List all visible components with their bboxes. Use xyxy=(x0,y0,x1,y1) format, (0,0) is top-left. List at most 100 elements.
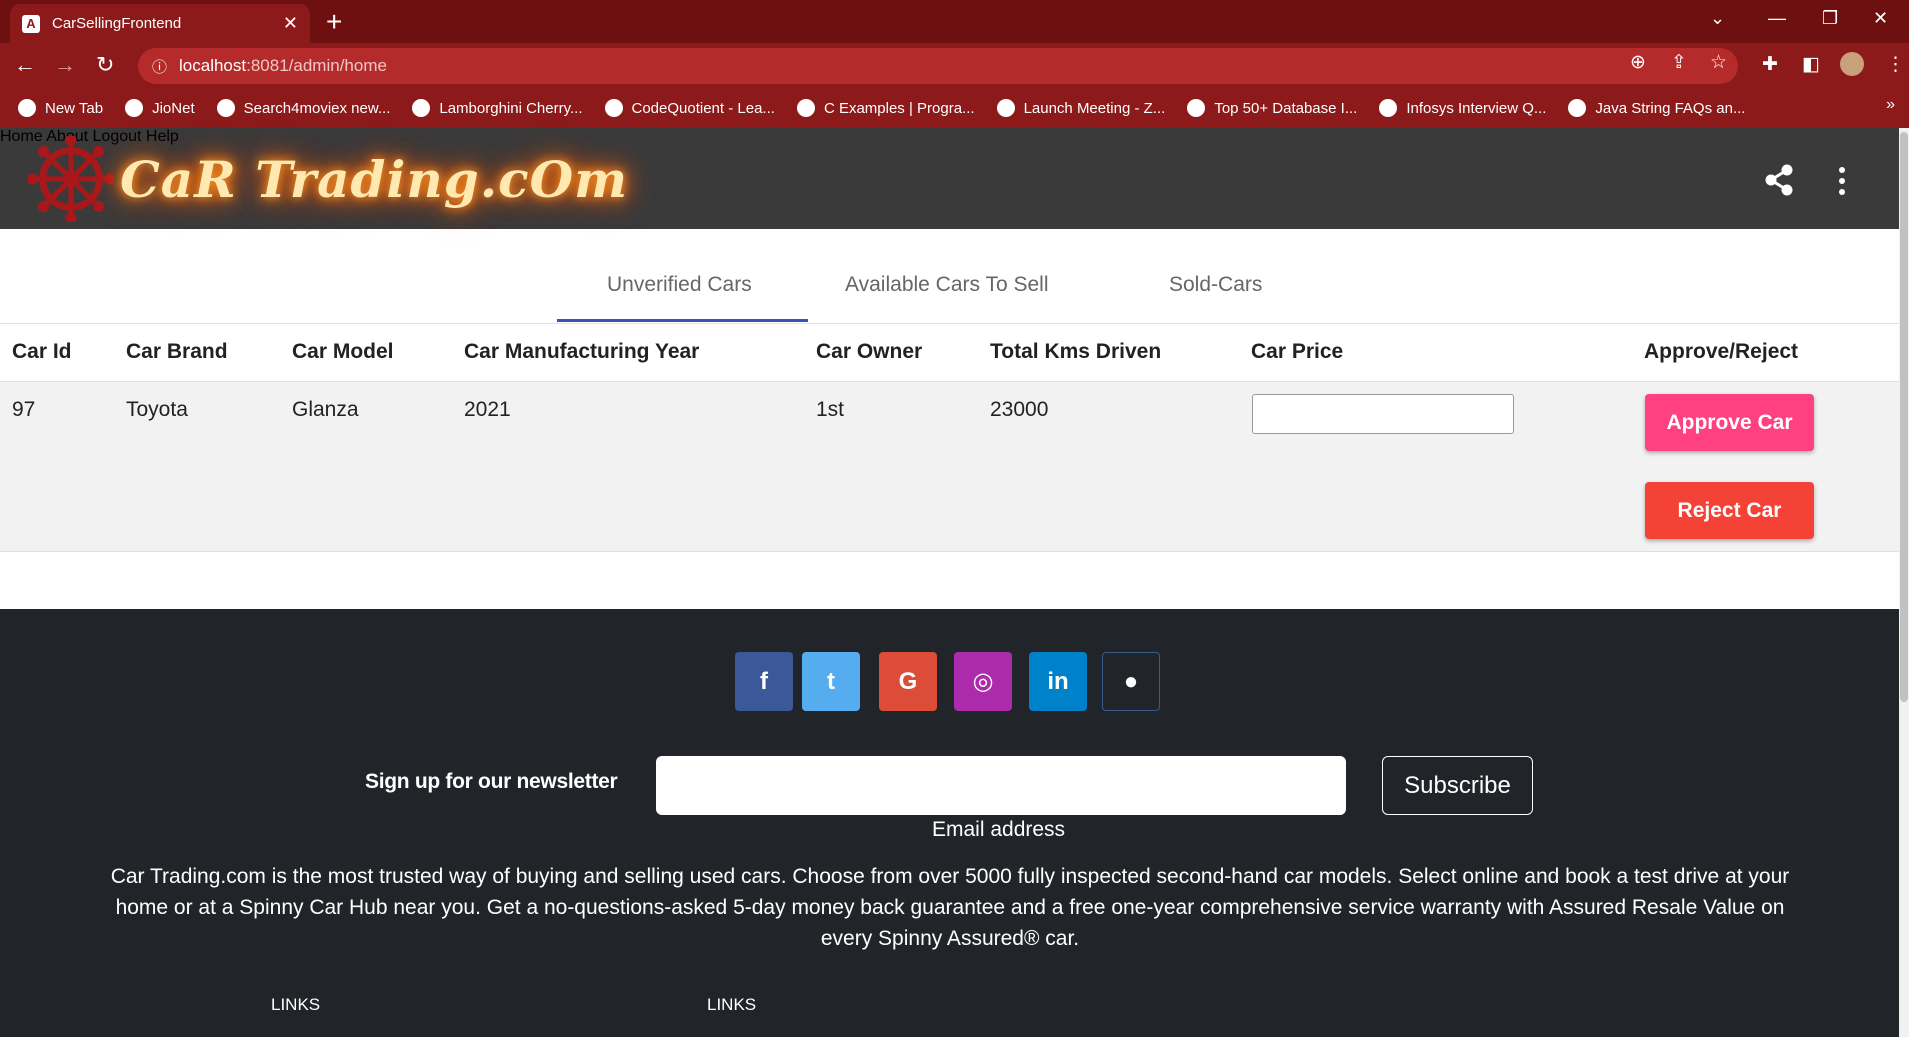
car-icon xyxy=(412,99,431,117)
tab-group: Unverified Cars Available Cars To Sell S… xyxy=(0,229,1899,324)
bookmarks-overflow-icon[interactable]: » xyxy=(1886,96,1895,114)
page-scrollbar[interactable] xyxy=(1899,128,1909,1037)
reload-icon[interactable]: ↻ xyxy=(96,52,114,78)
bookmark-label: Java String FAQs an... xyxy=(1595,99,1746,117)
bookmark-item[interactable]: Search4moviex new... xyxy=(216,99,391,117)
links-heading-1: LINKS xyxy=(271,995,321,1014)
reject-car-button[interactable]: Reject Car xyxy=(1645,482,1814,539)
table-row: 97 Toyota Glanza 2021 1st 23000 Approve … xyxy=(0,382,1899,552)
browser-tabstrip: A CarSellingFrontend ✕ + ⌄ — ❐ ✕ xyxy=(0,0,1909,43)
back-icon[interactable]: ← xyxy=(14,52,36,78)
jio-icon xyxy=(125,99,144,117)
cell-total-kms: 23000 xyxy=(990,398,1049,421)
heart-icon xyxy=(1379,99,1398,117)
tab-title: CarSellingFrontend xyxy=(52,15,182,32)
bookmark-item[interactable]: New Tab xyxy=(18,99,103,117)
bookmark-label: Launch Meeting - Z... xyxy=(1023,99,1166,117)
bookmark-item[interactable]: Java String FAQs an... xyxy=(1568,99,1745,117)
app-header: CaR Trading.cOm Home About Logout Help xyxy=(0,128,1899,229)
bookmark-item[interactable]: Infosys Interview Q... xyxy=(1379,99,1546,117)
site-info-icon[interactable]: ⓘ xyxy=(152,56,167,77)
bookmark-item[interactable]: JioNet xyxy=(125,99,195,117)
bookmark-item[interactable]: Launch Meeting - Z... xyxy=(996,99,1166,117)
col-car-owner: Car Owner xyxy=(816,340,923,363)
newsletter-label: Sign up for our newsletter xyxy=(365,770,618,793)
forward-icon[interactable]: → xyxy=(54,52,76,78)
bookmark-label: Infosys Interview Q... xyxy=(1406,99,1547,117)
approve-car-button[interactable]: Approve Car xyxy=(1645,394,1814,451)
tab-available-cars[interactable]: Available Cars To Sell xyxy=(845,273,1049,297)
twitter-icon[interactable]: t xyxy=(802,652,860,711)
zoom-icon xyxy=(996,99,1015,117)
car-price-input[interactable] xyxy=(1252,394,1514,434)
close-window-icon[interactable]: ✕ xyxy=(1873,8,1888,29)
side-panel-icon[interactable]: ◧ xyxy=(1802,53,1820,76)
bookmark-label: CodeQuotient - Lea... xyxy=(631,99,775,117)
tab-sold-cars[interactable]: Sold-Cars xyxy=(1169,273,1262,297)
table-header: Car Id Car Brand Car Model Car Manufactu… xyxy=(0,324,1899,382)
share-icon[interactable] xyxy=(1763,164,1795,196)
bookmark-star-icon[interactable]: ☆ xyxy=(1710,51,1727,74)
profile-avatar[interactable] xyxy=(1840,52,1864,76)
cell-car-owner: 1st xyxy=(816,398,845,421)
new-tab-icon[interactable]: + xyxy=(326,6,342,38)
minimize-icon[interactable]: — xyxy=(1768,8,1786,29)
bookmark-item[interactable]: Lamborghini Cherry... xyxy=(412,99,583,117)
col-car-price: Car Price xyxy=(1251,340,1344,363)
bookmark-label: Top 50+ Database I... xyxy=(1214,99,1358,117)
bookmark-item[interactable]: CodeQuotient - Lea... xyxy=(604,99,775,117)
wheel-logo-icon xyxy=(28,136,114,222)
browser-toolbar: ← → ↻ ⓘ localhost:8081/admin/home ⊕ ⇪ ☆ … xyxy=(0,43,1909,88)
db-icon xyxy=(1187,99,1206,117)
github-icon[interactable]: ● xyxy=(1102,652,1160,711)
restore-icon[interactable]: ❐ xyxy=(1822,8,1838,29)
subscribe-button[interactable]: Subscribe xyxy=(1382,756,1533,815)
active-tab-indicator xyxy=(557,319,808,322)
bookmark-label: C Examples | Progra... xyxy=(823,99,975,117)
browser-tab[interactable]: A CarSellingFrontend ✕ xyxy=(10,4,310,43)
col-car-brand: Car Brand xyxy=(126,340,228,363)
instagram-icon[interactable]: ◎ xyxy=(954,652,1012,711)
google-icon[interactable]: G xyxy=(879,652,937,711)
bookmark-label: Lamborghini Cherry... xyxy=(439,99,583,117)
linkedin-icon[interactable]: in xyxy=(1029,652,1087,711)
cell-car-brand: Toyota xyxy=(126,398,188,421)
bookmark-label: Search4moviex new... xyxy=(243,99,391,117)
c-icon xyxy=(796,99,815,117)
extensions-icon[interactable]: ✚ xyxy=(1762,53,1778,76)
facebook-icon[interactable]: f xyxy=(735,652,793,711)
col-total-kms: Total Kms Driven xyxy=(990,340,1162,363)
about-text: Car Trading.com is the most trusted way … xyxy=(110,865,1790,950)
col-manufacturing-year: Car Manufacturing Year xyxy=(464,340,700,363)
email-hint-label: Email address xyxy=(932,818,1066,841)
address-bar[interactable]: ⓘ localhost:8081/admin/home xyxy=(138,48,1738,84)
links-heading-2: LINKS xyxy=(707,995,757,1014)
url-path: :8081/admin/home xyxy=(246,56,387,75)
scrollbar-thumb[interactable] xyxy=(1900,132,1908,702)
more-options-icon[interactable] xyxy=(1836,166,1848,196)
newsletter-email-input[interactable] xyxy=(656,756,1346,815)
close-tab-icon[interactable]: ✕ xyxy=(283,13,298,34)
share-page-icon[interactable]: ⇪ xyxy=(1671,51,1687,74)
nav-help-link[interactable]: Help xyxy=(146,128,179,145)
angular-icon: A xyxy=(22,14,40,33)
col-car-id: Car Id xyxy=(12,340,72,363)
m-icon xyxy=(216,99,235,117)
cell-manufacturing-year: 2021 xyxy=(464,398,511,421)
col-approve-reject: Approve/Reject xyxy=(1644,340,1799,363)
browser-menu-icon[interactable]: ⋮ xyxy=(1886,53,1905,76)
zoom-icon[interactable]: ⊕ xyxy=(1630,51,1646,74)
tab-search-icon[interactable]: ⌄ xyxy=(1710,8,1725,29)
col-car-model: Car Model xyxy=(292,340,394,363)
url-host: localhost xyxy=(179,56,247,75)
brand-logo-text[interactable]: CaR Trading.cOm xyxy=(120,150,628,209)
cq-icon xyxy=(604,99,623,117)
bookmark-label: New Tab xyxy=(45,99,104,117)
bookmark-item[interactable]: Top 50+ Database I... xyxy=(1187,99,1357,117)
tab-unverified-cars[interactable]: Unverified Cars xyxy=(607,273,752,297)
bookmark-label: JioNet xyxy=(152,99,195,117)
bookmark-item[interactable]: C Examples | Progra... xyxy=(796,99,975,117)
bookmarks-bar: New Tab JioNet Search4moviex new... Lamborg… xyxy=(0,88,1909,128)
site-footer: f t G ◎ in ● Sign up for our newsletter Email… xyxy=(0,609,1899,1037)
cell-car-id: 97 xyxy=(12,398,36,421)
